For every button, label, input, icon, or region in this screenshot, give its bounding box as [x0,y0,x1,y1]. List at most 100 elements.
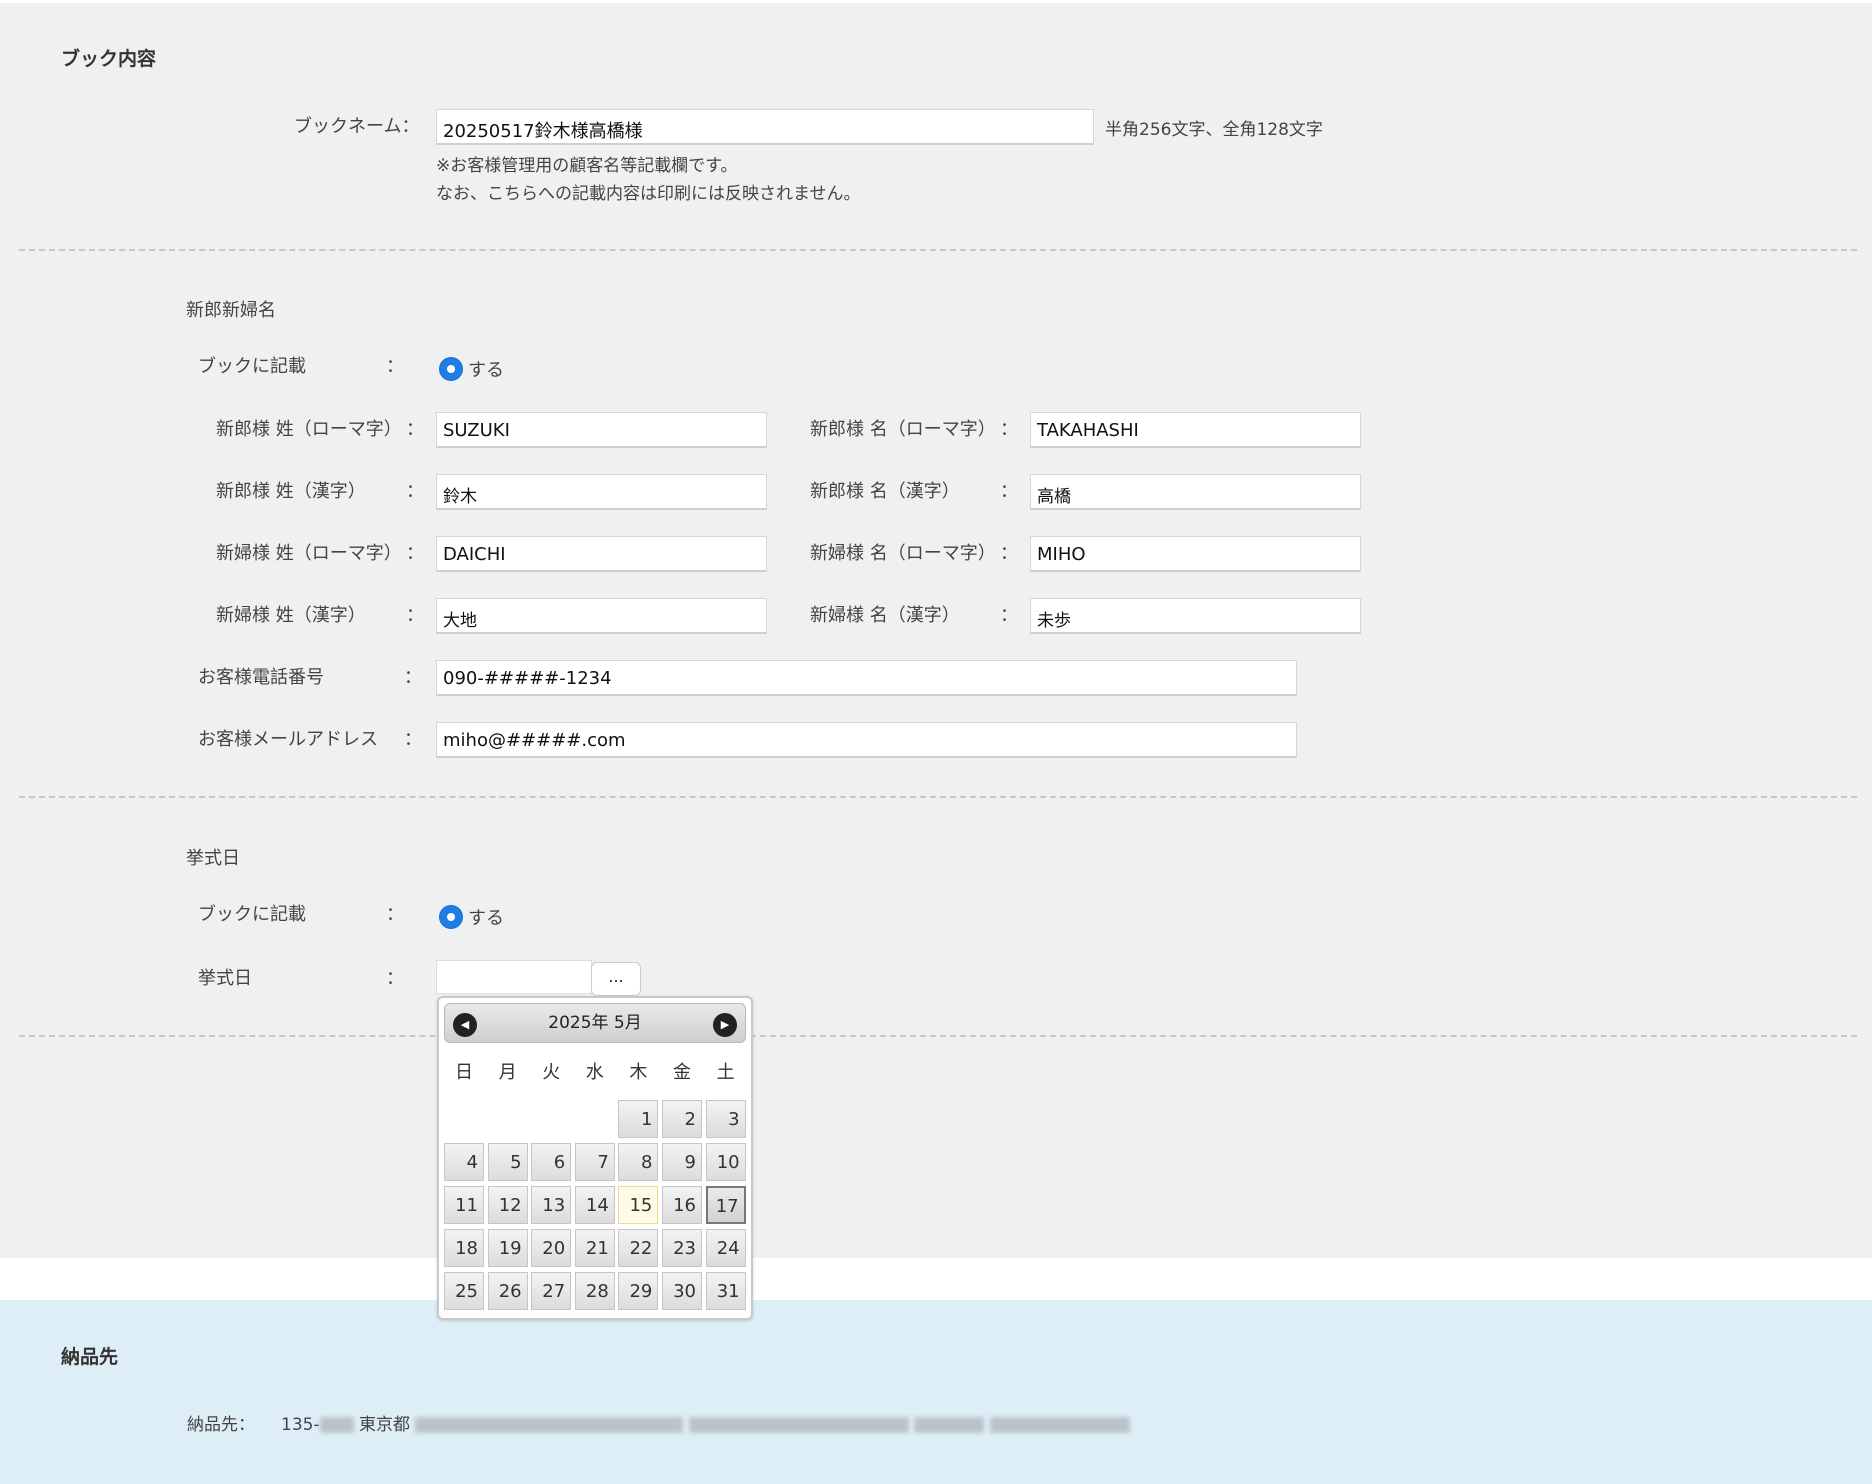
calendar-day[interactable]: 5 [487,1143,528,1181]
calendar-day[interactable]: 15 [618,1186,659,1224]
calendar-header: ◀ 2025年 5月 ▶ [444,1003,746,1043]
weekday-header: 月 [498,1062,517,1083]
ceremony-print-radio[interactable]: する [440,904,504,930]
next-month-icon[interactable]: ▶ [713,1013,737,1037]
groom-last-kanji-input[interactable]: 鈴木 [436,474,767,510]
calendar-day[interactable]: 11 [444,1186,484,1224]
calendar-day[interactable]: 17 [705,1186,746,1224]
radio-selected-icon[interactable] [440,358,462,380]
weekday-header: 金 [673,1062,691,1083]
colon: ： [406,605,424,626]
bride-last-roman-label: 新婦様 姓（ローマ字） [216,543,402,564]
bride-first-roman-label: 新婦様 名（ローマ字） [810,543,996,564]
names-print-radio[interactable]: する [440,356,504,382]
calendar-day[interactable]: 30 [662,1272,702,1310]
calendar-day[interactable]: 1 [618,1100,659,1138]
colon: ： [386,968,404,989]
colon: ： [1000,419,1018,440]
bride-last-roman-input[interactable]: DAICHI [436,536,767,572]
date-picker-button[interactable]: ... [591,962,641,996]
book-name-note-1: ※お客様管理用の顧客名等記載欄です。 [436,156,738,176]
book-name-input[interactable]: 20250517鈴木様高橋様 [436,109,1094,145]
groom-last-roman-input[interactable]: SUZUKI [436,412,767,448]
calendar-day[interactable]: 22 [618,1229,659,1267]
calendar-day[interactable]: 16 [662,1186,702,1224]
redacted-text [415,1417,684,1433]
delivery-label: 納品先： [187,1415,255,1435]
calendar-day[interactable]: 12 [487,1186,528,1224]
delivery-city: 東京都 [359,1415,410,1435]
colon: ： [406,543,424,564]
calendar-day[interactable]: 8 [618,1143,659,1181]
colon: ： [404,667,422,688]
calendar-day[interactable]: 24 [705,1229,746,1267]
calendar-day[interactable]: 20 [531,1229,572,1267]
colon: ： [1000,543,1018,564]
calendar-month-label: 2025年 5月 [548,1013,642,1033]
calendar-day[interactable]: 31 [705,1272,746,1310]
colon: ： [406,481,424,502]
bride-first-roman-input[interactable]: MIHO [1030,536,1361,572]
colon: ： [386,356,404,377]
bride-first-kanji-input[interactable]: 未歩 [1030,598,1361,634]
redacted-text [914,1417,985,1433]
names-section-title: 新郎新婦名 [186,300,276,321]
groom-first-roman-input[interactable]: TAKAHASHI [1030,412,1361,448]
ceremony-book-print-label: ブックに記載 [198,904,306,925]
calendar-day[interactable]: 6 [531,1143,572,1181]
calendar-day[interactable]: 19 [487,1229,528,1267]
email-input[interactable]: miho@#####.com [436,722,1297,758]
radio-selected-icon[interactable] [440,906,462,928]
phone-input[interactable]: 090-#####-1234 [436,660,1297,696]
groom-last-kanji-label: 新郎様 姓（漢字） [216,481,366,502]
calendar-day[interactable]: 9 [662,1143,702,1181]
redacted-text [989,1417,1130,1433]
section-divider [19,249,1857,251]
top-border [0,0,1872,3]
section-gap [0,1258,1872,1300]
date-picker-calendar: ◀ 2025年 5月 ▶ 日月火水木金土 1 2 3 4 5 6 7 8 9 10 11 12 13 14 1… [437,996,753,1320]
delivery-address: 135- 東京都 [281,1410,1130,1435]
colon: ： [404,729,422,750]
book-section-title: ブック内容 [61,48,157,70]
bride-last-kanji-label: 新婦様 姓（漢字） [216,605,366,626]
calendar-day[interactable]: 3 [705,1100,746,1138]
calendar-day[interactable]: 18 [444,1229,484,1267]
calendar-day[interactable]: 2 [662,1100,702,1138]
calendar-day[interactable]: 28 [574,1272,615,1310]
weekday-header: 木 [629,1062,648,1083]
calendar-day[interactable]: 13 [531,1186,572,1224]
weekday-header: 水 [585,1062,604,1083]
delivery-section-title: 納品先 [61,1346,119,1368]
calendar-day[interactable]: 7 [574,1143,615,1181]
ceremony-date-input[interactable] [436,960,592,994]
redacted-text [688,1417,909,1433]
calendar-day[interactable]: 10 [705,1143,746,1181]
calendar-day[interactable]: 26 [487,1272,528,1310]
calendar-day[interactable]: 14 [574,1186,615,1224]
calendar-day[interactable]: 29 [618,1272,659,1310]
weekday-header: 日 [455,1062,473,1083]
groom-first-roman-label: 新郎様 名（ローマ字） [810,419,996,440]
colon: ： [386,904,404,925]
bride-first-kanji-label: 新婦様 名（漢字） [810,605,960,626]
ceremony-date-label: 挙式日 [198,968,252,989]
book-name-hint: 半角256文字、全角128文字 [1105,120,1323,140]
bride-last-kanji-input[interactable]: 大地 [436,598,767,634]
names-book-print-label: ブックに記載 [198,356,306,377]
prev-month-icon[interactable]: ◀ [453,1013,477,1037]
calendar-day[interactable]: 23 [662,1229,702,1267]
delivery-section [0,1300,1872,1484]
colon: ： [1000,605,1018,626]
calendar-day[interactable]: 21 [574,1229,615,1267]
weekday-header: 火 [542,1062,561,1083]
groom-first-kanji-input[interactable]: 高橋 [1030,474,1361,510]
calendar-day[interactable]: 4 [444,1143,484,1181]
groom-last-roman-label: 新郎様 姓（ローマ字） [216,419,402,440]
calendar-day[interactable]: 25 [444,1272,484,1310]
redacted-text [319,1417,354,1433]
calendar-day[interactable]: 27 [531,1272,572,1310]
radio-label: する [468,360,504,381]
postal-prefix: 135- [281,1415,320,1435]
book-name-note-2: なお、こちらへの記載内容は印刷には反映されません。 [436,184,861,204]
